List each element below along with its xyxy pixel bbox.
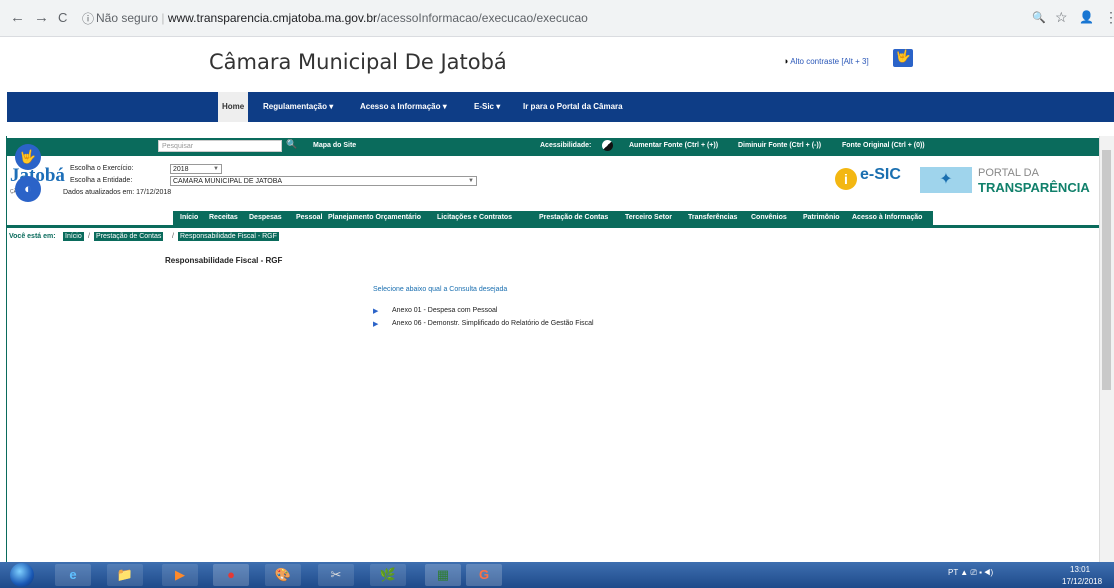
app-icon[interactable]: 🌿 [370,564,406,586]
breadcrumb-current[interactable]: Responsabilidade Fiscal - RGF [178,232,279,241]
menu-acesso-informacao[interactable]: Acesso a Informação ▾ [360,92,447,122]
site-map-link[interactable]: Mapa do Site [313,142,356,149]
exercicio-value: 2018 [173,166,189,173]
media-player-icon[interactable]: ▶ [162,564,198,586]
nav-pessoal[interactable]: Pessoal [296,211,322,225]
annex-06-link[interactable]: Anexo 06 - Demonstr. Simplificado do Rel… [392,320,594,327]
breadcrumb-inicio[interactable]: Início [63,232,84,241]
url-host: www.transparencia.cmjatoba.ma.gov.br [167,11,378,25]
search-icon[interactable]: 🔍 [286,139,297,150]
esic-label: e-SIC [860,166,901,183]
scrollbar-thumb[interactable] [1102,150,1111,390]
nav-planejamento[interactable]: Planejamento Orçamentário [328,211,421,225]
app-g-icon[interactable]: G [466,564,502,586]
clock-time[interactable]: 13:01 [1070,565,1090,574]
menu-regulamentacao[interactable]: Regulamentação ▾ [263,92,333,122]
nav-inicio[interactable]: Início [180,211,198,225]
menu-home[interactable]: Home [218,92,249,122]
portal-label-2: TRANSPARÊNCIA [978,180,1090,195]
main-menu: Home Regulamentação ▾ Acesso a Informaçã… [7,92,1114,122]
arrow-right-icon: ▶ [373,321,379,328]
libras-icon[interactable]: 🤟 [893,49,913,67]
chevron-down-icon: ▼ [213,166,219,172]
profile-icon[interactable]: 👤 [1079,10,1094,24]
clock-date[interactable]: 17/12/2018 [1062,577,1102,586]
entidade-select[interactable]: CAMARA MUNICIPAL DE JATOBA ▼ [170,176,477,186]
exercicio-label: Escolha o Exercício: [70,165,134,172]
arrow-right-icon: ▶ [373,308,379,315]
breadcrumb-separator: / [172,233,174,240]
high-contrast-link[interactable]: ◑ Alto contraste [Alt + 3] [783,56,869,66]
folder-icon[interactable]: 📁 [107,564,143,586]
nav-prestacao[interactable]: Prestação de Contas [539,211,608,225]
high-contrast-label: Alto contraste [Alt + 3] [790,57,869,66]
updated-text: Dados atualizados em: 17/12/2018 [63,189,172,196]
contrast-float-icon[interactable]: ◐ [15,176,41,202]
increase-font-link[interactable]: Aumentar Fonte (Ctrl + (+)) [629,142,718,149]
transparency-icon: ✦ [920,167,972,193]
decrease-font-link[interactable]: Diminuir Fonte (Ctrl + (-)) [738,142,821,149]
menu-esic[interactable]: E-Sic ▾ [474,92,500,122]
nav-terceiro-setor[interactable]: Terceiro Setor [625,211,672,225]
contrast-toggle-icon[interactable] [602,140,613,151]
breadcrumb-separator: / [88,233,90,240]
star-icon[interactable]: ☆ [1055,9,1068,26]
reload-icon[interactable]: C [58,10,67,25]
site-title: Câmara Municipal De Jatobá [209,50,507,74]
portal-nav: Início Receitas Despesas Pessoal Planeja… [173,211,933,225]
breadcrumb-prestacao[interactable]: Prestação de Contas [94,232,164,241]
forward-icon[interactable]: → [34,9,49,26]
info-icon: i [835,168,857,190]
portal-label-1: PORTAL DA [978,167,1039,179]
menu-portal-camara[interactable]: Ir para o Portal da Câmara [523,92,623,122]
nav-despesas[interactable]: Despesas [249,211,282,225]
zoom-icon[interactable]: 🔍 [1032,11,1046,24]
accessibility-label: Acessibilidade: [540,142,592,149]
page-title: Responsabilidade Fiscal - RGF [165,256,283,265]
menu-icon[interactable]: ⋮ [1104,9,1114,26]
annex-01-link[interactable]: Anexo 01 - Despesa com Pessoal [392,307,497,314]
chevron-down-icon: ▼ [468,178,474,184]
nav-acesso-informacao[interactable]: Acesso à Informação [852,211,922,225]
exercicio-select[interactable]: 2018 ▼ [170,164,222,174]
start-button[interactable] [10,563,34,587]
nav-patrimonio[interactable]: Patrimônio [803,211,840,225]
portal-frame [6,136,1100,576]
system-tray[interactable]: PT ▲ ⎚ ▪ ◀) [948,568,993,578]
search-input[interactable]: Pesquisar [158,140,282,152]
security-label: Não seguro [96,11,159,25]
entidade-label: Escolha a Entidade: [70,177,133,184]
entidade-value: CAMARA MUNICIPAL DE JATOBA [173,178,283,185]
chrome-icon[interactable]: ● [213,564,249,586]
url-path: /acessoInformacao/execucao/execucao [377,11,588,25]
address-bar[interactable]: Não seguro | www.transparencia.cmjatoba.… [96,11,588,25]
paint-icon[interactable]: 🎨 [265,564,301,586]
select-hint: Selecione abaixo qual a Consulta desejad… [373,286,508,293]
nav-convenios[interactable]: Convênios [751,211,787,225]
breadcrumb-label: Você está em: [9,233,56,240]
spreadsheet-icon[interactable]: ▦ [425,564,461,586]
nav-receitas[interactable]: Receitas [209,211,238,225]
libras-float-icon[interactable]: 🤟 [15,144,41,170]
nav-licitacoes[interactable]: Licitações e Contratos [437,211,512,225]
contrast-icon: ◑ [783,56,789,66]
nav-transferencias[interactable]: Transferências [688,211,737,225]
back-icon[interactable]: ← [10,9,25,26]
ie-icon[interactable]: e [55,564,91,586]
info-icon[interactable]: ⓘ [82,10,94,27]
snipping-tool-icon[interactable]: ✂ [318,564,354,586]
original-font-link[interactable]: Fonte Original (Ctrl + (0)) [842,142,925,149]
divider [7,225,1099,228]
